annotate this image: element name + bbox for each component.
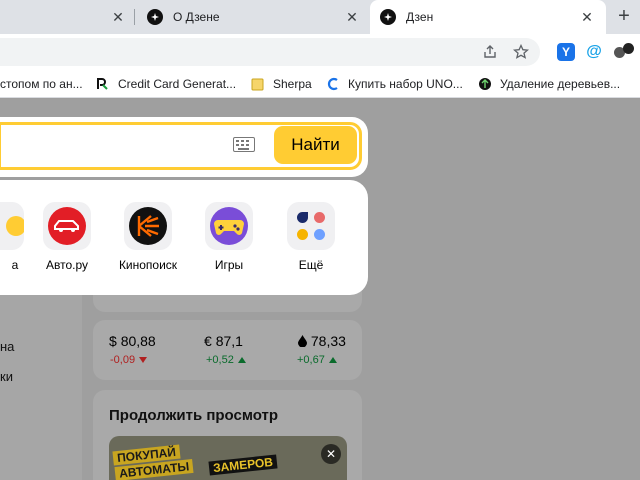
eur-delta: +0,52 [206,354,246,366]
tab-previous[interactable]: ✕ [0,0,134,34]
oil-delta: +0,67 [297,354,337,366]
tab-title: О Дзене [173,10,220,24]
share-icon[interactable] [482,44,498,60]
usd-delta: -0,09 [110,354,148,366]
service-label: а [11,258,19,272]
credit-card-generator-icon [97,78,108,90]
tab-about-dzen[interactable]: О Дзене ✕ [135,0,370,34]
service-partial[interactable]: а [0,202,35,272]
partial-service-icon [0,202,24,250]
bookmark-item[interactable]: Credit Card Generat... [96,76,236,92]
tree-removal-icon [479,78,491,90]
bookmark-label: Купить набор UNO... [348,77,463,91]
oil-value: 78,33 [310,333,346,349]
oil-delta-value: +0,67 [297,354,325,366]
left-link[interactable]: на [0,339,14,354]
usd-rate[interactable]: $ 80,88 [109,333,156,349]
gamepad-icon [205,202,253,250]
eur-value: 87,1 [215,333,243,349]
service-label: Ещё [298,258,324,272]
dzen-favicon-icon [147,9,163,25]
close-icon[interactable]: ✕ [321,444,341,464]
service-more[interactable]: Ещё [276,202,346,272]
uno-icon [327,77,338,91]
service-games[interactable]: Игры [194,202,264,272]
rates-card [93,320,362,380]
close-icon[interactable]: ✕ [579,9,595,25]
down-arrow-icon [139,357,148,363]
service-auto-ru[interactable]: Авто.ру [32,202,102,272]
bookmarks-bar: стопом по ан... Credit Card Generat... S… [0,70,640,98]
tab-dzen[interactable]: Дзен ✕ [370,0,606,34]
oil-rate[interactable]: 78,33 [298,333,346,349]
bookmark-item[interactable]: стопом по ан... [0,76,83,92]
left-column: на ки [0,292,82,480]
up-arrow-icon [237,357,246,363]
keyboard-icon[interactable] [233,137,255,152]
eur-symbol: € [204,333,212,349]
bookmark-label: Credit Card Generat... [118,77,237,91]
mail-extension-icon[interactable]: @ [584,42,604,62]
tab-strip: ✕ О Дзене ✕ Дзен ✕ + [0,0,640,34]
usd-delta-value: -0,09 [110,354,136,366]
search-button[interactable]: Найти [274,126,357,164]
service-label: Игры [214,258,244,272]
up-arrow-icon [328,357,337,363]
star-icon[interactable] [513,44,529,60]
continue-watching-title: Продолжить просмотр [109,407,279,424]
tab-title: Дзен [406,10,434,24]
close-icon[interactable]: ✕ [110,9,126,25]
bookmark-label: стопом по ан... [0,77,83,91]
bookmark-label: Удаление деревьев... [500,77,621,91]
left-link[interactable]: ки [0,369,13,384]
service-label: Авто.ру [45,258,89,272]
service-label: Кинопоиск [118,258,178,272]
oil-drop-icon [298,335,307,348]
bookmark-label: Sherpa [273,77,312,91]
more-services-icon [287,202,335,250]
folder-icon [251,78,264,91]
close-icon[interactable]: ✕ [344,9,360,25]
toolbar: Y @ [0,34,640,70]
service-kinopoisk[interactable]: Кинопоиск [113,202,183,272]
video-thumbnail[interactable]: ПОКУПАЙ АВТОМАТЫ ЗАМЕРОВ [109,436,347,480]
bookmark-item[interactable]: Sherpa [251,76,312,92]
eur-rate[interactable]: € 87,1 [204,333,243,349]
car-icon [43,202,91,250]
usd-value: 80,88 [120,333,156,349]
address-bar[interactable] [0,38,540,66]
new-tab-button[interactable]: + [612,5,636,29]
eur-delta-value: +0,52 [206,354,234,366]
yandex-extension-icon[interactable]: Y [557,43,575,61]
kinopoisk-icon [124,202,172,250]
bookmark-item[interactable]: Удаление деревьев... [478,76,620,92]
extension-balls-icon[interactable] [614,43,636,61]
dzen-favicon-icon [380,9,396,25]
thumb-text: ЗАМЕРОВ [208,454,278,476]
bookmark-item[interactable]: Купить набор UNO... [326,76,463,92]
usd-symbol: $ [109,333,117,349]
